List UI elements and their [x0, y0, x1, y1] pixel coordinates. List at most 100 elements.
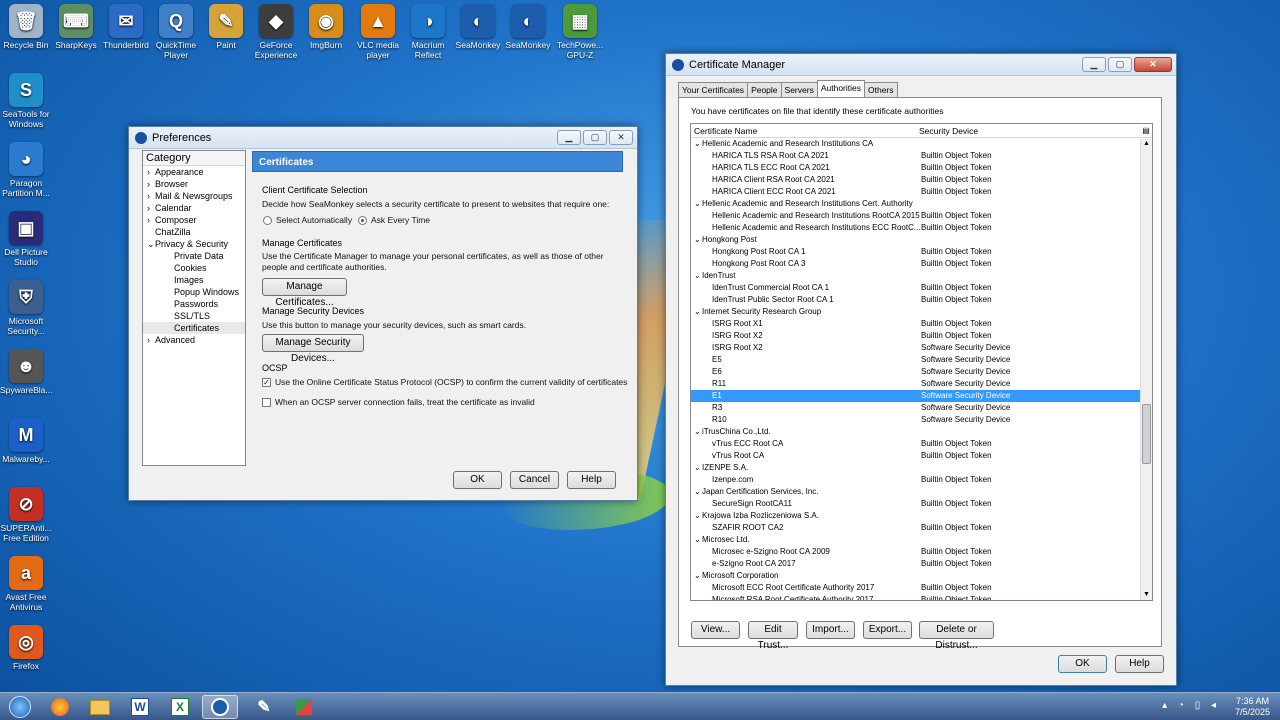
certificate-group-row[interactable]: ⌄Japan Certification Services, Inc. — [691, 486, 1152, 498]
desktop-icon[interactable]: S SeaTools for Windows — [0, 73, 52, 129]
desktop-icon[interactable]: ▦ TechPowe... GPU-Z — [554, 4, 606, 60]
certificate-group-row[interactable]: ⌄IZENPE S.A. — [691, 462, 1152, 474]
category-item[interactable]: › Advanced — [143, 334, 245, 346]
certificate-row[interactable]: ISRG Root X2 Builtin Object Token — [691, 330, 1152, 342]
view-button[interactable]: View... — [691, 621, 740, 639]
certificate-row[interactable]: HARICA Client RSA Root CA 2021 Builtin Ob… — [691, 174, 1152, 186]
chevron-down-icon[interactable]: ⌄ — [694, 306, 702, 318]
certificate-row[interactable]: SZAFIR ROOT CA2 Builtin Object Token — [691, 522, 1152, 534]
category-item[interactable]: › Mail & Newsgroups — [143, 190, 245, 202]
certmgr-ok-button[interactable]: OK — [1058, 655, 1107, 673]
certificate-row[interactable]: E5 Software Security Device — [691, 354, 1152, 366]
category-item[interactable]: ChatZilla — [143, 226, 245, 238]
column-certificate-name[interactable]: Certificate Name — [691, 124, 919, 137]
minimize-button[interactable]: ▁ — [557, 130, 581, 145]
certificate-row[interactable]: Hellenic Academic and Research Instituti… — [691, 210, 1152, 222]
chevron-down-icon[interactable]: ⌄ — [694, 138, 702, 150]
certificate-group-row[interactable]: ⌄iTrusChina Co.,Ltd. — [691, 426, 1152, 438]
tab-your-certificates[interactable]: Your Certificates — [678, 82, 749, 97]
desktop-icon[interactable]: ◆ GeForce Experience — [250, 4, 302, 60]
certificate-row[interactable]: SecureSign RootCA11 Builtin Object Token — [691, 498, 1152, 510]
clock[interactable]: 7:36 AM 7/5/2025 — [1235, 696, 1270, 718]
ask-every-time-radio[interactable]: Ask Every Time — [358, 215, 430, 226]
certificate-group-row[interactable]: ⌄Hongkong Post — [691, 234, 1152, 246]
certificate-group-row[interactable]: ⌄Hellenic Academic and Research Institut… — [691, 198, 1152, 210]
category-item[interactable]: › Composer — [143, 214, 245, 226]
category-item[interactable]: Images — [143, 274, 245, 286]
prefs-help-button[interactable]: Help — [567, 471, 616, 489]
close-button[interactable]: ✕ — [609, 130, 633, 145]
certificate-group-row[interactable]: ⌄Microsoft Corporation — [691, 570, 1152, 582]
tray-icons[interactable]: ▴ ◔ ▯ ◂ — [1162, 700, 1220, 711]
chevron-down-icon[interactable]: ⌄ — [694, 426, 702, 438]
certmgr-titlebar[interactable]: Certificate Manager ▁ ▢ ✕ — [666, 54, 1176, 76]
scroll-down-icon[interactable]: ▼ — [1141, 590, 1152, 600]
taskbar-seamonkey[interactable] — [202, 695, 238, 719]
manage-certificates-button[interactable]: Manage Certificates... — [262, 278, 347, 308]
certificate-row[interactable]: HARICA Client ECC Root CA 2021 Builtin Ob… — [691, 186, 1152, 198]
taskbar-word[interactable]: W — [122, 695, 158, 719]
import-button[interactable]: Import... — [806, 621, 855, 639]
delete-or-distrust-button[interactable]: Delete or Distrust... — [919, 621, 994, 651]
tab-others[interactable]: Others — [864, 82, 898, 97]
scroll-up-icon[interactable]: ▲ — [1141, 139, 1152, 149]
desktop-icon[interactable]: ◐ SeaMonkey — [502, 4, 554, 50]
category-item[interactable]: › Browser — [143, 178, 245, 190]
category-item[interactable]: Popup Windows — [143, 286, 245, 298]
minimize-button[interactable]: ▁ — [1082, 57, 1106, 72]
certificate-group-row[interactable]: ⌄Internet Security Research Group — [691, 306, 1152, 318]
desktop-icon[interactable]: ◐ SeaMonkey — [452, 4, 504, 50]
chevron-down-icon[interactable]: ⌄ — [694, 270, 702, 282]
taskbar-firefox[interactable] — [42, 695, 78, 719]
desktop-icon[interactable]: ✉ Thunderbird — [100, 4, 152, 50]
chevron-down-icon[interactable]: ⌄ — [694, 570, 702, 582]
category-item[interactable]: SSL/TLS — [143, 310, 245, 322]
tab-people[interactable]: People — [747, 82, 782, 97]
column-security-device[interactable]: Security Device — [919, 124, 1140, 137]
taskbar-explorer[interactable] — [82, 695, 118, 719]
vertical-scrollbar[interactable]: ▲ ▼ — [1140, 139, 1152, 600]
desktop-icon[interactable]: ☻ SpywareBla... — [0, 349, 52, 395]
desktop-icon[interactable]: M Malwareby... — [0, 418, 52, 464]
scroll-thumb[interactable] — [1142, 404, 1151, 464]
certificate-group-row[interactable]: ⌄Microsec Ltd. — [691, 534, 1152, 546]
desktop-icon[interactable]: ✎ Paint — [200, 4, 252, 50]
certificate-group-row[interactable]: ⌄IdenTrust — [691, 270, 1152, 282]
manage-security-devices-button[interactable]: Manage Security Devices... — [262, 334, 364, 364]
desktop-icon[interactable]: ⛨ Microsoft Security... — [0, 280, 52, 336]
desktop-icon[interactable]: 🗑 Recycle Bin — [0, 4, 52, 50]
certificate-row[interactable]: vTrus ECC Root CA Builtin Object Token — [691, 438, 1152, 450]
certificate-row[interactable]: R10 Software Security Device — [691, 414, 1152, 426]
category-item[interactable]: Certificates — [143, 322, 245, 334]
certificate-group-row[interactable]: ⌄Krajowa Izba Rozliczeniowa S.A. — [691, 510, 1152, 522]
tab-servers[interactable]: Servers — [780, 82, 818, 97]
certificate-row[interactable]: Microsoft ECC Root Certificate Authority… — [691, 582, 1152, 594]
desktop-icon[interactable]: ▣ Dell Picture Studio — [0, 211, 52, 267]
certificate-group-row[interactable]: ⌄Hellenic Academic and Research Institut… — [691, 138, 1152, 150]
certificate-row[interactable]: Hongkong Post Root CA 3 Builtin Object To… — [691, 258, 1152, 270]
close-button[interactable]: ✕ — [1134, 57, 1172, 72]
certificate-row[interactable]: Hongkong Post Root CA 1 Builtin Object To… — [691, 246, 1152, 258]
ocsp-use-checkbox[interactable]: ✓ Use the Online Certificate Status Proto… — [262, 377, 627, 388]
certificate-row[interactable]: E1 Software Security Device — [691, 390, 1152, 402]
certificate-row[interactable]: Izenpe.com Builtin Object Token — [691, 474, 1152, 486]
category-item[interactable]: ⌄Privacy & Security — [143, 238, 245, 250]
category-item[interactable]: Passwords — [143, 298, 245, 310]
desktop-icon[interactable]: a Avast Free Antivirus — [0, 556, 52, 612]
certificate-row[interactable]: vTrus Root CA Builtin Object Token — [691, 450, 1152, 462]
certificate-row[interactable]: Microsoft RSA Root Certificate Authority… — [691, 594, 1152, 600]
category-item[interactable]: Cookies — [143, 262, 245, 274]
category-item[interactable]: › Appearance — [143, 166, 245, 178]
chevron-down-icon[interactable]: ⌄ — [694, 534, 702, 546]
certificate-row[interactable]: IdenTrust Commercial Root CA 1 Builtin Ob… — [691, 282, 1152, 294]
taskbar-excel[interactable]: X — [162, 695, 198, 719]
certificate-row[interactable]: R11 Software Security Device — [691, 378, 1152, 390]
preferences-titlebar[interactable]: Preferences ▁ ▢ ✕ — [129, 127, 637, 149]
prefs-cancel-button[interactable]: Cancel — [510, 471, 559, 489]
certificate-row[interactable]: e-Szigno Root CA 2017 Builtin Object Toke… — [691, 558, 1152, 570]
certificate-row[interactable]: HARICA TLS RSA Root CA 2021 Builtin Objec… — [691, 150, 1152, 162]
desktop-icon[interactable]: ◎ Firefox — [0, 625, 52, 671]
certmgr-help-button[interactable]: Help — [1115, 655, 1164, 673]
desktop-icon[interactable]: ◑ Macrium Reflect — [402, 4, 454, 60]
taskbar-app[interactable] — [286, 695, 322, 719]
